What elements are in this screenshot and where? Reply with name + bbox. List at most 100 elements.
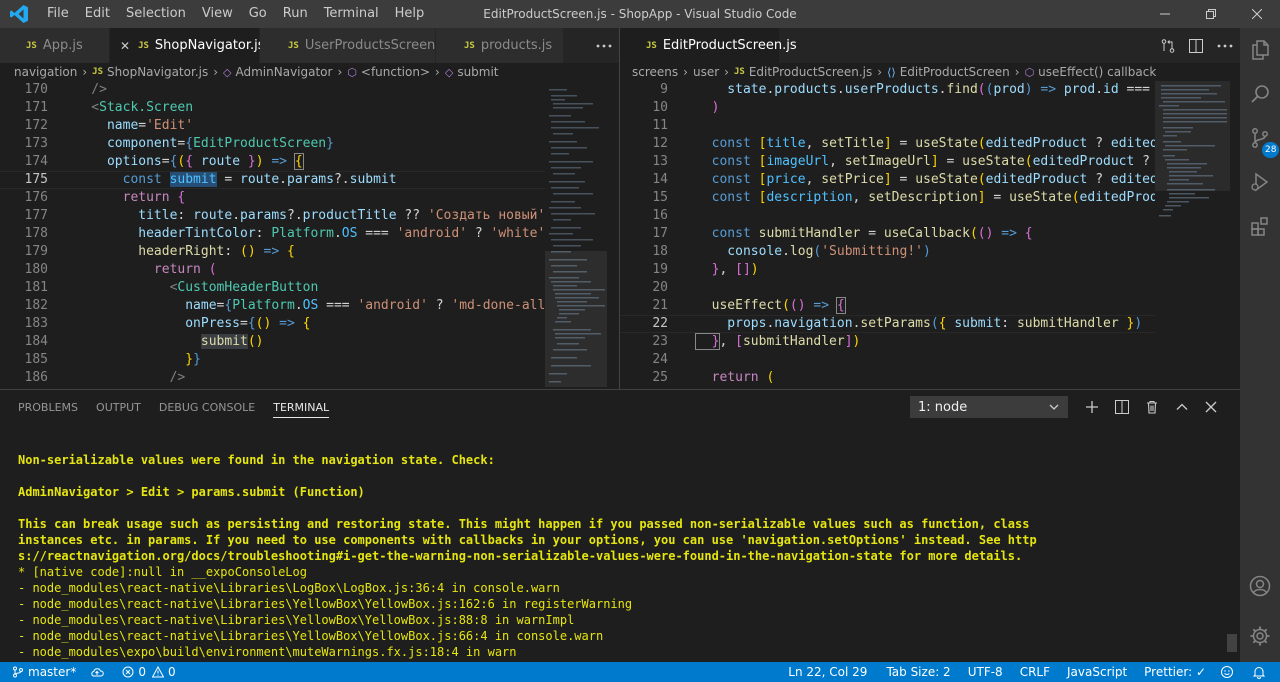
accounts-button[interactable] xyxy=(1240,564,1280,608)
language-mode-status[interactable]: JavaScript xyxy=(1060,665,1137,679)
kill-terminal-button[interactable] xyxy=(1140,396,1164,418)
breadcrumb-item[interactable]: navigation xyxy=(14,65,77,79)
breadcrumb-item[interactable]: user xyxy=(693,65,719,79)
js-file-icon: JS xyxy=(733,67,745,77)
menu-run[interactable]: Run xyxy=(275,0,316,28)
code-line: 182 name={Platform.OS === 'android' ? 'm… xyxy=(0,297,545,315)
prettier-label: Prettier: ✓ xyxy=(1144,665,1206,679)
terminal-line: - node_modules\react-native\Libraries\Lo… xyxy=(18,581,560,595)
restore-button[interactable] xyxy=(1188,0,1234,28)
chevron-up-icon xyxy=(1176,403,1188,410)
code-text: component={EditProductScreen} xyxy=(60,136,334,151)
minimize-icon xyxy=(1160,13,1170,15)
code-line: 176 return { xyxy=(0,189,545,207)
tab-userproductsscreen-js[interactable]: JS UserProductsScreen.js xyxy=(260,28,450,63)
line-number: 20 xyxy=(652,280,668,295)
encoding-label: UTF-8 xyxy=(967,665,1003,679)
menu-go[interactable]: Go xyxy=(241,0,275,28)
new-terminal-button[interactable] xyxy=(1080,396,1104,418)
problems-status[interactable]: 0 0 xyxy=(115,665,182,679)
menu-view[interactable]: View xyxy=(194,0,241,28)
chevron-right-icon: › xyxy=(683,65,688,79)
code-text: const [price, setPrice] = useState(edite… xyxy=(696,172,1155,187)
notifications-button[interactable] xyxy=(1245,665,1280,679)
right-code-editor[interactable]: 9 state.products.userProducts.find((prod… xyxy=(620,81,1155,389)
left-code-editor[interactable]: 170 /> 171 <Stack.Screen 172 name='Edit'… xyxy=(0,81,545,389)
code-text: ) xyxy=(696,100,720,115)
menu-selection[interactable]: Selection xyxy=(118,0,194,28)
search-button[interactable] xyxy=(1240,72,1280,116)
code-line: 183 onPress={() => { xyxy=(0,315,545,333)
extensions-button[interactable] xyxy=(1240,204,1280,248)
breadcrumb-item[interactable]: AdminNavigator xyxy=(236,65,333,79)
breadcrumb-item[interactable]: submit xyxy=(457,65,498,79)
panel-tab-problems[interactable]: PROBLEMS xyxy=(9,390,87,426)
terminal-output[interactable]: Non-serializable values were found in th… xyxy=(18,452,1218,660)
split-terminal-button[interactable] xyxy=(1110,396,1134,418)
more-actions-button[interactable] xyxy=(1210,28,1240,63)
terminal-line: - node_modules\expo\build\environment\mu… xyxy=(18,645,517,659)
tab-editproductscreen-js[interactable]: JS EditProductScreen.js xyxy=(620,28,797,63)
right-breadcrumb: screens › user › JS EditProductScreen.js… xyxy=(632,63,1192,81)
close-icon[interactable]: ✕ xyxy=(120,39,130,53)
breadcrumb-item[interactable]: useEffect() callback xyxy=(1038,65,1156,79)
eol-status[interactable]: CRLF xyxy=(1013,665,1060,679)
split-editor-button[interactable] xyxy=(1182,28,1210,63)
terminal-line: - node_modules\react-native\Libraries\Ye… xyxy=(18,629,604,643)
breadcrumb-item[interactable]: EditProductScreen.js xyxy=(749,65,872,79)
left-minimap[interactable] xyxy=(545,81,615,389)
line-number: 179 xyxy=(24,244,48,259)
breadcrumb-item[interactable]: screens xyxy=(632,65,678,79)
breadcrumb-item[interactable]: EditProductScreen xyxy=(900,65,1010,79)
maximize-panel-button[interactable] xyxy=(1170,396,1194,418)
code-line: 173 component={EditProductScreen} xyxy=(0,135,545,153)
title-bar: File Edit Selection View Go Run Terminal… xyxy=(0,0,1280,28)
close-panel-button[interactable] xyxy=(1199,396,1223,418)
breadcrumb-item[interactable]: ShopNavigator.js xyxy=(107,65,208,79)
git-branch-status[interactable]: master* xyxy=(0,665,83,679)
tab-app-js[interactable]: JS App.js xyxy=(0,28,110,63)
panel-tab-debug-console[interactable]: DEBUG CONSOLE xyxy=(150,390,264,426)
terminal-select-dropdown[interactable]: 1: node xyxy=(910,396,1068,418)
tab-shopnavigator-js[interactable]: ✕ JS ShopNavigator.js xyxy=(110,28,265,63)
code-line: 9 state.products.userProducts.find((prod… xyxy=(620,81,1155,99)
cursor-position-status[interactable]: Ln 22, Col 29 xyxy=(781,665,879,679)
minimize-button[interactable] xyxy=(1142,0,1188,28)
menu-help[interactable]: Help xyxy=(387,0,433,28)
menu-edit[interactable]: Edit xyxy=(77,0,118,28)
error-icon xyxy=(122,666,134,678)
panel-tab-terminal[interactable]: TERMINAL xyxy=(264,390,338,426)
menu-file[interactable]: File xyxy=(39,0,77,28)
right-minimap[interactable] xyxy=(1155,81,1240,389)
open-changes-button[interactable] xyxy=(1154,28,1182,63)
terminal-scrollbar-thumb[interactable] xyxy=(1227,634,1237,652)
panel-tab-output[interactable]: OUTPUT xyxy=(87,390,150,426)
code-line: 172 name='Edit' xyxy=(0,117,545,135)
feedback-button[interactable] xyxy=(1213,665,1245,679)
code-line: 20 xyxy=(620,279,1155,297)
split-terminal-icon xyxy=(1115,400,1129,414)
breadcrumb-item[interactable]: <function> xyxy=(361,65,430,79)
more-actions-button[interactable] xyxy=(589,28,619,63)
tab-size-label: Tab Size: 2 xyxy=(886,665,951,679)
menu-terminal[interactable]: Terminal xyxy=(316,0,387,28)
indentation-status[interactable]: Tab Size: 2 xyxy=(879,665,960,679)
close-window-button[interactable] xyxy=(1234,0,1280,28)
js-file-icon: JS xyxy=(464,40,475,51)
explorer-button[interactable] xyxy=(1240,28,1280,72)
sync-changes-button[interactable] xyxy=(83,666,115,678)
settings-gear-icon xyxy=(1250,626,1270,646)
manage-button[interactable] xyxy=(1240,614,1280,658)
run-debug-button[interactable] xyxy=(1240,160,1280,204)
prettier-status[interactable]: Prettier: ✓ xyxy=(1137,665,1213,679)
source-control-button[interactable]: 28 xyxy=(1240,116,1280,160)
encoding-status[interactable]: UTF-8 xyxy=(961,665,1013,679)
extensions-icon xyxy=(1251,217,1268,236)
ellipsis-icon xyxy=(596,44,612,47)
terminal-line: s://reactnavigation.org/docs/troubleshoo… xyxy=(18,549,1023,563)
terminal-line: This can break usage such as persisting … xyxy=(18,517,1030,531)
tab-products-js[interactable]: JS products.js xyxy=(436,28,564,63)
code-line: 10 ) xyxy=(620,99,1155,117)
code-text: /> xyxy=(60,82,107,97)
